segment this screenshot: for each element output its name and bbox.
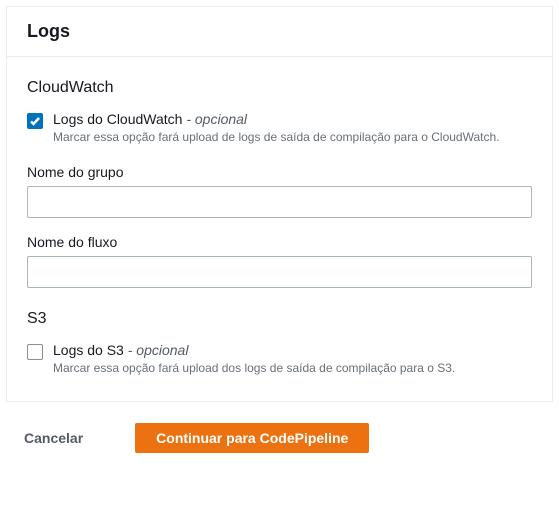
panel-title: Logs [27,21,532,42]
cloudwatch-checkbox-label: Logs do CloudWatch - opcional [53,111,532,127]
s3-logs-option: Logs do S3 - opcional Marcar essa opção … [27,342,532,377]
s3-checkbox-desc: Marcar essa opção fará upload dos logs d… [53,360,532,377]
panel-body: CloudWatch Logs do CloudWatch - opcional… [7,57,552,401]
cloudwatch-logs-option: Logs do CloudWatch - opcional Marcar ess… [27,111,532,146]
group-name-label: Nome do grupo [27,164,532,180]
group-name-field: Nome do grupo [27,164,532,218]
s3-section: S3 Logs do S3 - opcional Marcar essa opç… [27,310,532,377]
s3-checkbox-content: Logs do S3 - opcional Marcar essa opção … [53,342,532,377]
cloudwatch-checkbox-desc: Marcar essa opção fará upload de logs de… [53,129,532,146]
cloudwatch-logs-checkbox[interactable] [27,113,43,129]
group-name-input[interactable] [27,186,532,218]
s3-section-title: S3 [27,310,532,328]
s3-optional-suffix: - opcional [124,342,189,358]
logs-panel: Logs CloudWatch Logs do CloudWatch - opc… [6,6,553,402]
stream-name-label: Nome do fluxo [27,234,532,250]
s3-logs-checkbox[interactable] [27,344,43,360]
s3-checkbox-label: Logs do S3 - opcional [53,342,532,358]
cloudwatch-section-title: CloudWatch [27,79,532,97]
continue-button[interactable]: Continuar para CodePipeline [135,423,369,453]
check-icon [29,115,41,127]
stream-name-field: Nome do fluxo [27,234,532,288]
cloudwatch-checkbox-content: Logs do CloudWatch - opcional Marcar ess… [53,111,532,146]
s3-label-text: Logs do S3 [53,342,124,358]
cancel-button[interactable]: Cancelar [20,422,87,454]
cloudwatch-section: CloudWatch Logs do CloudWatch - opcional… [27,79,532,288]
stream-name-input[interactable] [27,256,532,288]
cloudwatch-label-text: Logs do CloudWatch [53,111,182,127]
footer-actions: Cancelar Continuar para CodePipeline [0,408,559,466]
cloudwatch-optional-suffix: - opcional [182,111,247,127]
panel-header: Logs [7,7,552,57]
